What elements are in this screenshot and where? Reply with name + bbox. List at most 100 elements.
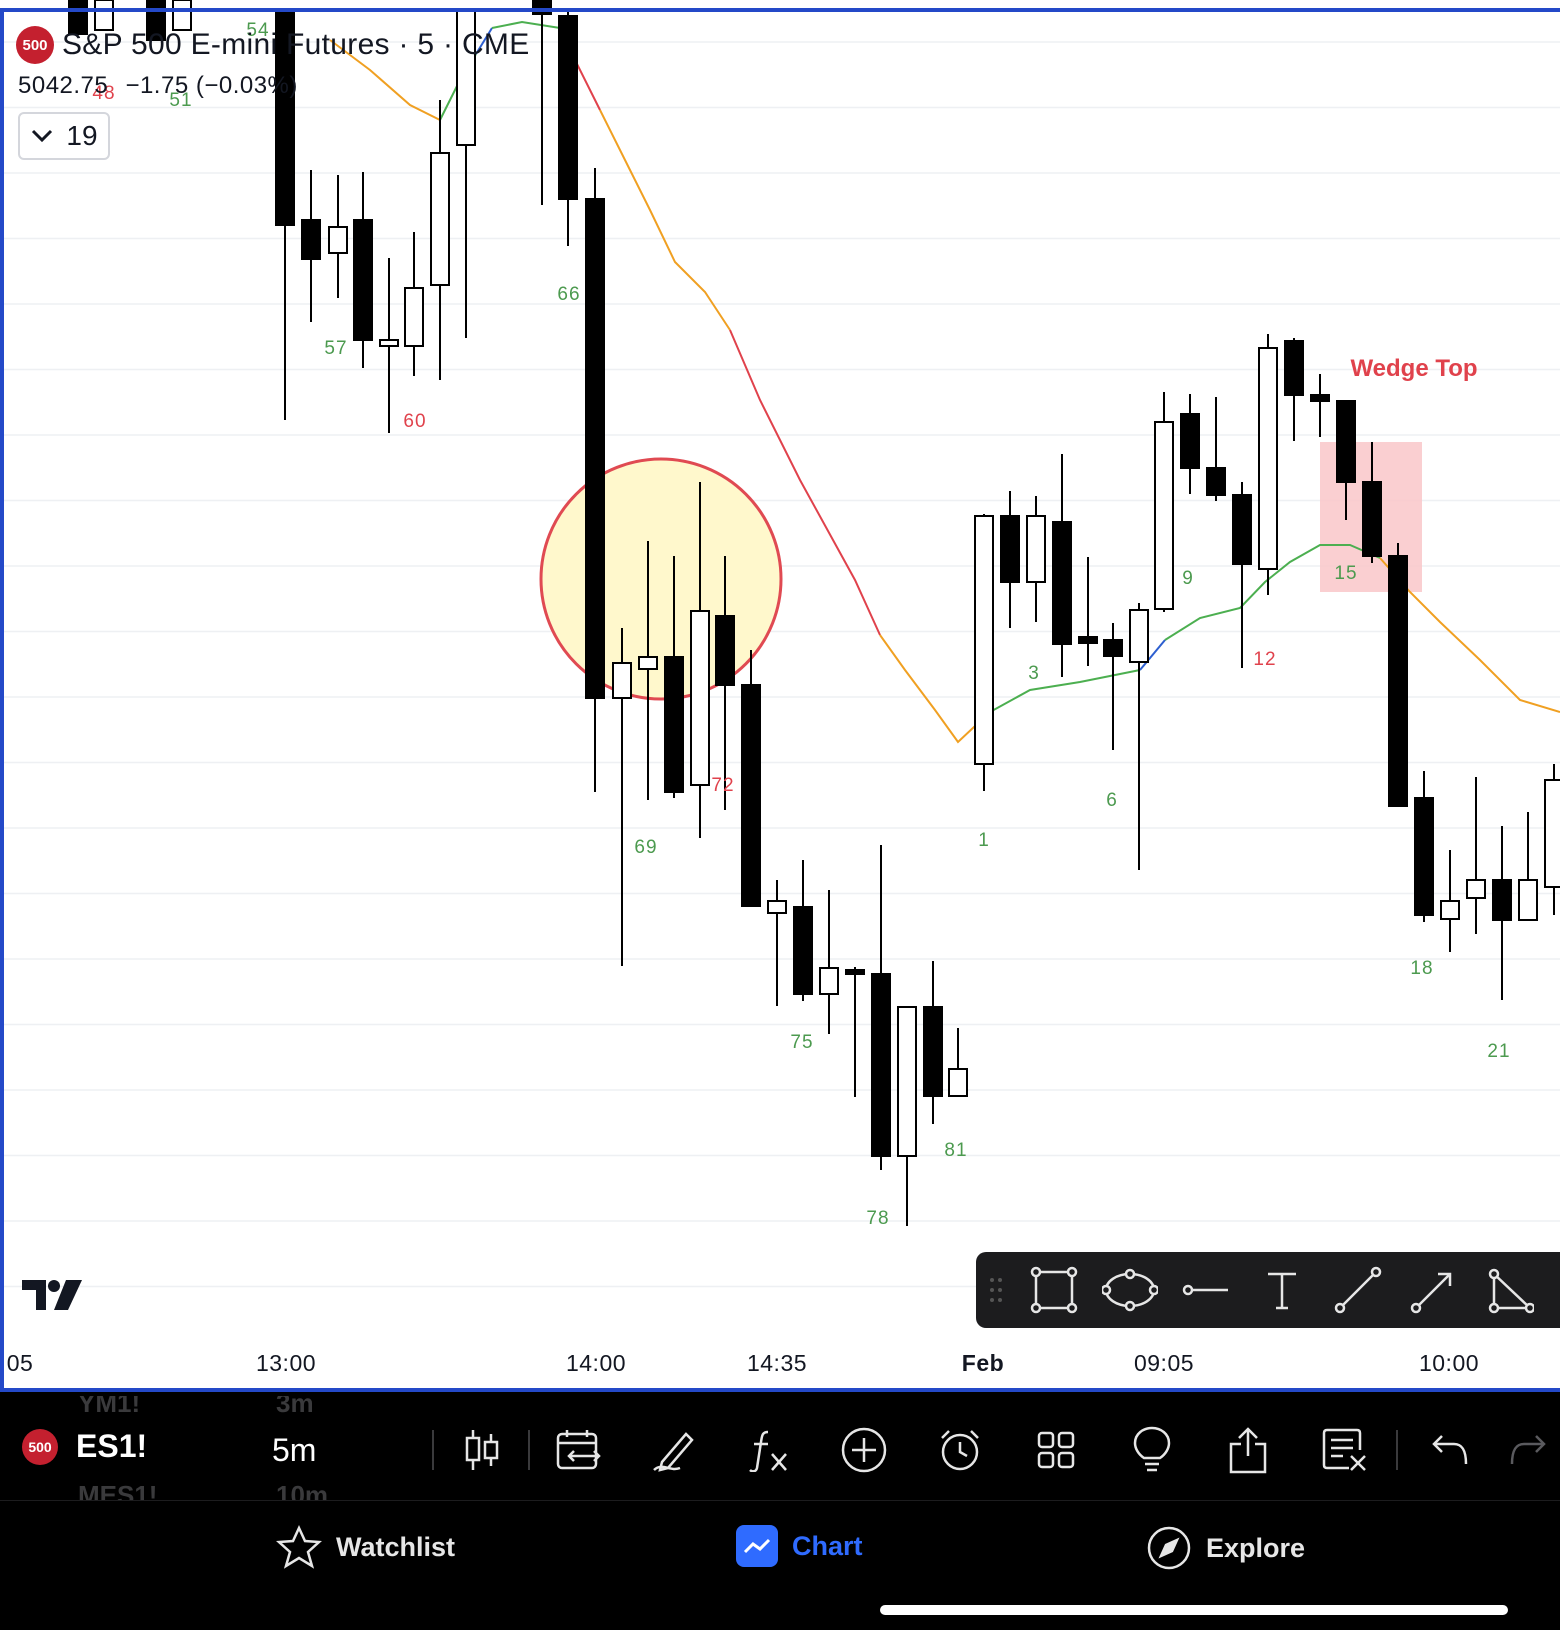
bar-number-label: 12 <box>1253 649 1276 670</box>
candle-body <box>404 287 424 347</box>
drag-handle-icon[interactable] <box>976 1277 1016 1303</box>
last-price: 5042.75 <box>18 72 109 99</box>
bottom-tab-bar[interactable]: Watchlist Chart Explore <box>0 1500 1560 1630</box>
wedge-top-label: Wedge Top <box>1350 355 1477 382</box>
triangle-tool-icon[interactable] <box>1472 1266 1548 1314</box>
bar-number-label: 21 <box>1487 1041 1510 1062</box>
arrow-tool-icon[interactable] <box>1396 1266 1472 1314</box>
symbol-header[interactable]: 500 S&P 500 E-mini Futures · 5 · CME <box>16 26 530 64</box>
candle-body <box>1154 421 1174 610</box>
bar-number-label: 1 <box>978 830 990 851</box>
bar-number-label: 6 <box>1106 790 1118 811</box>
candle-body <box>1258 347 1278 570</box>
candles-icon[interactable] <box>456 1424 508 1476</box>
candle-body <box>767 900 787 914</box>
candle-body <box>1206 467 1226 496</box>
time-axis[interactable]: 05 13:00 14:00 14:35 Feb 09:05 10:00 <box>0 1340 1560 1392</box>
candle-body <box>741 684 761 907</box>
ema-line <box>989 669 1141 713</box>
candle-body <box>1336 400 1356 483</box>
price-chart[interactable]: 48 51545760666972757881136912151821Wedge … <box>0 0 1560 1340</box>
candle-body <box>1388 555 1408 807</box>
tab-explore[interactable]: Explore <box>1146 1525 1305 1571</box>
symbol-selector[interactable]: 500 ES1! <box>22 1428 147 1465</box>
text-tool-icon[interactable] <box>1244 1266 1320 1314</box>
candle-body <box>430 152 450 286</box>
pencil-draw-icon[interactable] <box>648 1424 700 1476</box>
calendar-range-icon[interactable] <box>552 1424 604 1476</box>
price-line: 5042.75 −1.75 (−0.03%) <box>18 72 308 100</box>
share-icon[interactable] <box>1222 1424 1274 1476</box>
time-axis-tick: 14:00 <box>565 1350 627 1376</box>
time-axis-tick: 14:35 <box>746 1350 808 1376</box>
chart-bottom-toolbar[interactable]: YM1! 3m MES1! 10m 500 ES1! 5m <box>0 1396 1560 1500</box>
bar-number-label: 60 <box>403 411 426 432</box>
tab-watchlist[interactable]: Watchlist <box>276 1525 455 1569</box>
layout-grid-icon[interactable] <box>1030 1424 1082 1476</box>
compass-icon <box>1147 1526 1191 1570</box>
bar-number-label: 57 <box>324 338 347 359</box>
toolbar-divider <box>432 1430 434 1470</box>
chart-area[interactable]: 48 51 54 57 60 66 69 72 75 78 81 1 3 6 9 12 15 18 21 Wedge … <box>0 0 1560 1392</box>
bar-number-label: 15 <box>1334 563 1357 584</box>
ellipse-tool-icon[interactable] <box>1092 1266 1168 1314</box>
ema-line <box>599 109 731 331</box>
symbol-logo: 500 <box>16 26 54 64</box>
candle-body <box>897 1006 917 1157</box>
candle-body <box>948 1068 968 1097</box>
time-axis-tick: Feb <box>961 1350 1005 1376</box>
toolbar-divider <box>528 1430 530 1470</box>
tab-chart[interactable]: Chart <box>736 1525 863 1567</box>
bar-number-label: 78 <box>866 1208 889 1229</box>
candle-body <box>301 219 321 260</box>
candle-body <box>974 515 994 765</box>
indicators-collapse-button[interactable]: 19 <box>18 112 110 160</box>
bar-number-label: 3 <box>1028 663 1040 684</box>
lightbulb-icon[interactable] <box>1126 1424 1178 1476</box>
candle-body <box>379 339 399 347</box>
candle-body <box>532 0 552 15</box>
candle-body <box>1232 494 1252 565</box>
candle-body <box>690 610 710 786</box>
clear-drawings-icon[interactable] <box>1318 1424 1370 1476</box>
symbol-name: ES1! <box>76 1428 148 1464</box>
candle-body <box>845 969 865 975</box>
drawing-toolbar[interactable] <box>976 1252 1560 1328</box>
time-axis-tick: 10:00 <box>1418 1350 1480 1376</box>
candle-body <box>328 226 348 254</box>
candle-body <box>1414 797 1434 916</box>
candle-body <box>664 656 684 793</box>
candle-body <box>1284 340 1304 396</box>
undo-icon[interactable] <box>1424 1424 1476 1476</box>
rectangle-tool-icon[interactable] <box>1016 1266 1092 1314</box>
tab-label: Chart <box>792 1530 863 1561</box>
time-axis-tick: 09:05 <box>1133 1350 1195 1376</box>
tradingview-logo-icon[interactable] <box>22 1278 82 1317</box>
candle-body <box>819 967 839 995</box>
candle-body <box>1078 636 1098 644</box>
ghost-interval: 10m <box>276 1480 329 1500</box>
redo-icon[interactable] <box>1502 1424 1554 1476</box>
time-axis-tick: 05 <box>6 1350 34 1376</box>
candle-body <box>1518 879 1538 921</box>
home-indicator <box>880 1605 1508 1615</box>
candle-body <box>1492 879 1512 921</box>
candle-body <box>923 1006 943 1097</box>
candle-body <box>715 615 735 686</box>
annotation-circle <box>539 457 783 701</box>
candle-body <box>1180 413 1200 469</box>
symbol-title[interactable]: S&P 500 E-mini Futures · 5 · CME <box>62 28 530 62</box>
bar-number-label: 75 <box>790 1032 813 1053</box>
add-circle-icon[interactable] <box>838 1424 890 1476</box>
horizontal-line-tool-icon[interactable] <box>1168 1266 1244 1314</box>
bar-number-label: 9 <box>1182 568 1194 589</box>
indicators-fx-icon[interactable] <box>742 1424 794 1476</box>
candle-body <box>585 198 605 699</box>
trend-line-tool-icon[interactable] <box>1320 1266 1396 1314</box>
candle-body <box>871 973 891 1157</box>
toolbar-divider <box>1396 1430 1398 1470</box>
interval-selector[interactable]: 5m <box>272 1432 316 1469</box>
candle-body <box>1440 900 1460 920</box>
alarm-clock-icon[interactable] <box>934 1424 986 1476</box>
bar-number-label: 72 <box>711 775 734 796</box>
